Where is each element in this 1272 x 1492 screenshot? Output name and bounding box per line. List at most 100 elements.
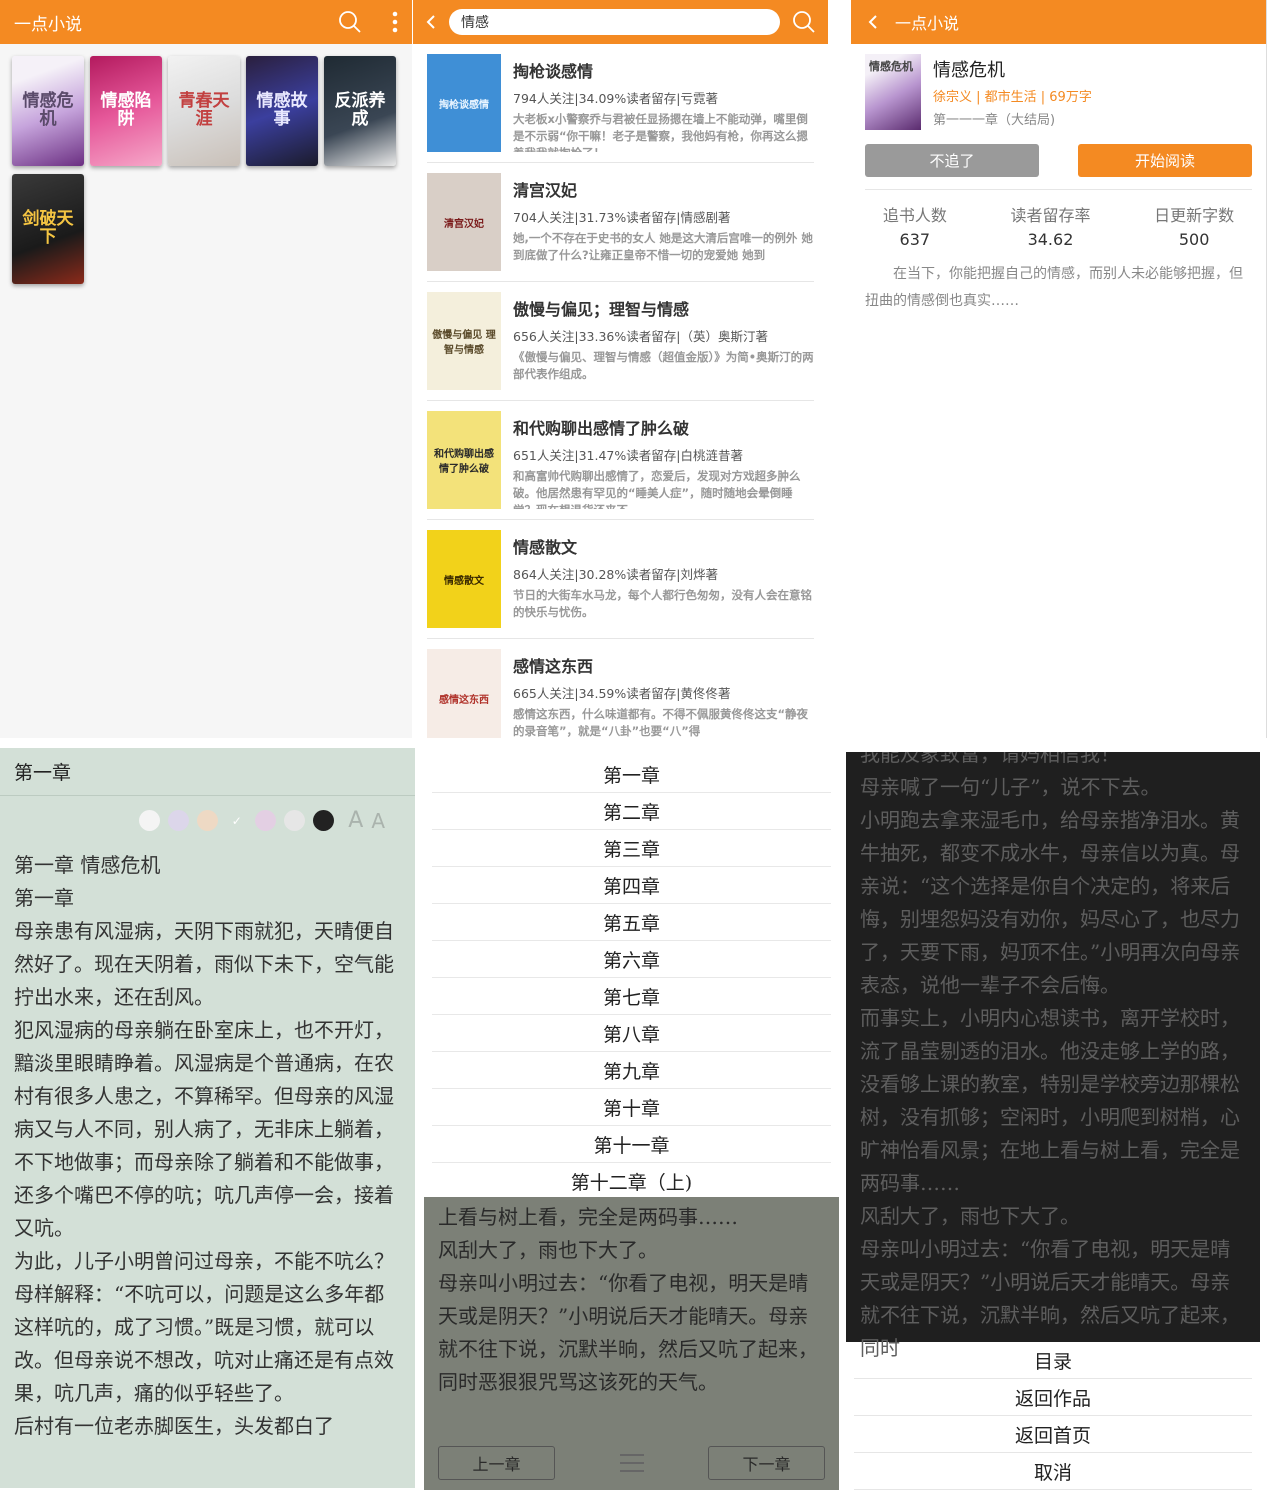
paragraph: 犯风湿病的母亲躺在卧室床上，也不开灯，黯淡里眼睛睁着。风湿病是个普通病，在农村有…	[14, 1018, 394, 1240]
theme-swatch[interactable]	[313, 810, 335, 831]
result-meta: 665人关注|34.59%读者留存|黄佟佟著	[513, 686, 731, 701]
font-increase-button[interactable]: A	[371, 809, 385, 833]
more-menu-icon[interactable]	[392, 11, 398, 33]
search-query: 情感	[461, 15, 489, 31]
chapter-item[interactable]: 第十二章（上)	[432, 1163, 831, 1200]
book-cover[interactable]: 情感危机	[12, 56, 84, 166]
search-result-item[interactable]: 掏枪谈感情 掏枪谈感情 794人关注|34.09%读者留存|亏霓著 大老板x小警察乔与…	[427, 44, 814, 163]
bookshelf-screen: 一点小说 情感危机 情感陷阱 青春天涯 情感故事 反派养成剑破天下	[0, 0, 412, 738]
start-reading-button[interactable]: 开始阅读	[1078, 144, 1252, 177]
chapter-item[interactable]: 第十一章	[432, 1126, 831, 1163]
menu-icon[interactable]	[619, 1451, 644, 1475]
search-screen: 情感 掏枪谈感情 掏枪谈感情 794人关注|34.09%读者留存|亏霓著 大老板x小警…	[413, 0, 828, 738]
theme-swatch[interactable]	[197, 810, 219, 831]
book-cover: 感情这东西	[427, 649, 501, 738]
latest-chapter: 第一一一章（大结局)	[933, 113, 1056, 128]
chapter-item[interactable]: 第一章	[432, 756, 831, 793]
result-title: 感情这东西	[513, 657, 594, 676]
chapter-item[interactable]: 第三章	[432, 830, 831, 867]
search-result-item[interactable]: 和代购聊出感情了肿么破 和代购聊出感情了肿么破 651人关注|31.47%读者留存|…	[427, 401, 814, 520]
next-chapter-button[interactable]: 下一章	[708, 1446, 825, 1480]
chapter-list-screen: 第一章 第二章 第三章 第四章 第五章 第六章 第七章 第八章 第九章 第十章 第十一章 第十二章（上…	[424, 756, 839, 1490]
book-author-line[interactable]: 徐宗义 | 都市生活 | 69万字	[933, 86, 1092, 105]
menu-item[interactable]: 取消	[854, 1453, 1252, 1490]
stat-followers: 追书人数 637	[883, 202, 947, 249]
chapter-list: 第一章 第二章 第三章 第四章 第五章 第六章 第七章 第八章 第九章 第十章 第十一章 第十二章（上…	[424, 756, 839, 1200]
paragraph: 第一章 情感危机	[14, 853, 161, 877]
chapter-item[interactable]: 第四章	[432, 867, 831, 904]
book-cover: 情感危机	[865, 54, 921, 130]
search-result-item[interactable]: 傲慢与偏见 理智与情感 傲慢与偏见；理智与情感 656人关注|33.36%读者留存|…	[427, 282, 814, 401]
chapter-item[interactable]: 第九章	[432, 1052, 831, 1089]
theme-swatch[interactable]	[139, 810, 161, 831]
top-bar: 一点小说	[0, 0, 412, 44]
search-bar: 情感	[413, 0, 828, 44]
stat-label: 追书人数	[882, 206, 947, 225]
paragraph: 母亲叫小明过去：“你看了电视，明天是晴天或是阴天？”小明说后天才能晴天。母亲就不…	[438, 1271, 818, 1394]
app-brand: 一点小说	[14, 14, 82, 35]
theme-swatch[interactable]	[168, 810, 190, 831]
book-stats: 追书人数 637 读者留存率 34.62 日更新字数 500	[851, 190, 1266, 255]
top-bar: 一点小说	[851, 0, 1266, 44]
theme-swatch[interactable]	[255, 810, 277, 831]
stat-daily-words: 日更新字数 500	[1154, 202, 1234, 249]
back-icon[interactable]	[867, 14, 879, 30]
book-cover[interactable]: 青春天涯	[168, 56, 240, 166]
chapter-item[interactable]: 第六章	[432, 941, 831, 978]
result-title: 掏枪谈感情	[513, 62, 594, 81]
paragraph: 风刮大了，雨也下大了。	[860, 1204, 1080, 1228]
search-result-item[interactable]: 感情这东西 感情这东西 665人关注|34.59%读者留存|黄佟佟著感情这东西，什么…	[427, 639, 814, 738]
book-title: 情感危机	[933, 60, 1005, 81]
prev-chapter-button[interactable]: 上一章	[438, 1446, 555, 1480]
book-cover[interactable]: 剑破天下	[12, 174, 84, 284]
stat-value: 637	[899, 230, 931, 249]
book-grid: 情感危机 情感陷阱 青春天涯 情感故事 反派养成剑破天下	[0, 44, 412, 296]
book-cover[interactable]: 情感故事	[246, 56, 318, 166]
chapter-item[interactable]: 第十章	[432, 1089, 831, 1126]
paragraph: 第一章	[14, 886, 74, 910]
unfollow-button[interactable]: 不追了	[865, 144, 1039, 177]
result-description: 节日的大街车水马龙，每个人都行色匆匆，没有人会在意铭的快乐与忧伤。	[513, 588, 812, 619]
result-title: 情感散文	[513, 538, 578, 557]
reader-content: 上看与树上看，完全是两码事…… 风刮大了，雨也下大了。 母亲叫小明过去：“你看了电视…	[424, 1197, 839, 1403]
search-icon[interactable]	[338, 10, 362, 34]
paragraph: 母亲患有风湿病，天阴下雨就犯，天晴便自然好了。现在天阴着，雨似下未下，空气能拧出…	[14, 919, 394, 1009]
book-cover: 和代购聊出感情了肿么破	[427, 411, 501, 509]
book-cover[interactable]: 情感陷阱	[90, 56, 162, 166]
chapter-title: 第一章	[0, 748, 415, 796]
paragraph: 小明跑去拿来湿毛巾，给母亲揩净泪水。黄牛抽死，都变不成水牛，母亲信以为真。母亲说…	[860, 808, 1241, 997]
paragraph: 母样解释：“不吭可以，问题是这么多年都这样吭的，成了习惯。”既是习惯，就可以改。…	[14, 1282, 394, 1405]
reader-content: 第一章 情感危机 第一章母亲患有风湿病，天阴下雨就犯，天晴便自然好了。现在天阴着，…	[0, 841, 415, 1451]
menu-item[interactable]: 目录	[854, 1342, 1252, 1379]
menu-item[interactable]: 返回作品	[854, 1379, 1252, 1416]
book-synopsis: 在当下，你能把握自己的情感，而别人未必能够把握，但扭曲的情感倒也真实……	[865, 266, 1243, 309]
stat-value: 34.62	[1027, 230, 1074, 249]
search-icon[interactable]	[792, 10, 816, 34]
result-meta: 704人关注|31.73%读者留存|情感剧著	[513, 210, 731, 225]
result-meta: 864人关注|30.28%读者留存|刘烨著	[513, 567, 718, 582]
search-result-item[interactable]: 清宫汉妃 清宫汉妃 704人关注|31.73%读者留存|情感剧著 她,一个不存在于史书…	[427, 163, 814, 282]
search-result-item[interactable]: 情感散文 情感散文 864人关注|30.28%读者留存|刘烨著 节日的大街车水马龙，每…	[427, 520, 814, 639]
paragraph: 风刮大了，雨也下大了。	[438, 1238, 658, 1262]
chapter-item[interactable]: 第五章	[432, 904, 831, 941]
font-decrease-button[interactable]: A	[348, 808, 363, 833]
app-brand: 一点小说	[895, 14, 960, 33]
book-cover[interactable]: 反派养成	[324, 56, 396, 166]
menu-item[interactable]: 返回首页	[854, 1416, 1252, 1453]
chapter-item[interactable]: 第二章	[432, 793, 831, 830]
result-meta: 794人关注|34.09%读者留存|亏霓著	[513, 91, 718, 106]
chapter-item[interactable]: 第七章	[432, 978, 831, 1015]
theme-swatches: ✓ A A	[0, 796, 415, 841]
result-description: 她,一个不存在于史书的女人 她是这大清后宫唯一的例外 她到底做了什么?让雍正皇帝…	[513, 231, 813, 262]
chapter-item[interactable]: 第八章	[432, 1015, 831, 1052]
result-description: 《傲慢与偏见、理智与情感（超值金版）》为简•奥斯汀的两部代表作组成。	[513, 350, 814, 381]
stat-value: 500	[1178, 230, 1210, 249]
theme-swatch[interactable]	[284, 810, 306, 831]
paragraph: 我能及象致富，请妈相信我！	[860, 752, 1120, 766]
stat-label: 日更新字数	[1154, 206, 1235, 225]
search-input[interactable]: 情感	[449, 9, 780, 35]
result-title: 和代购聊出感情了肿么破	[513, 419, 690, 438]
theme-swatch-selected[interactable]: ✓	[226, 810, 248, 831]
result-description: 感情这东西，什么味道都有。不得不佩服黄佟佟这支“静夜的录音笔”，就是“八卦”也要…	[513, 707, 809, 738]
back-icon[interactable]	[425, 14, 437, 30]
